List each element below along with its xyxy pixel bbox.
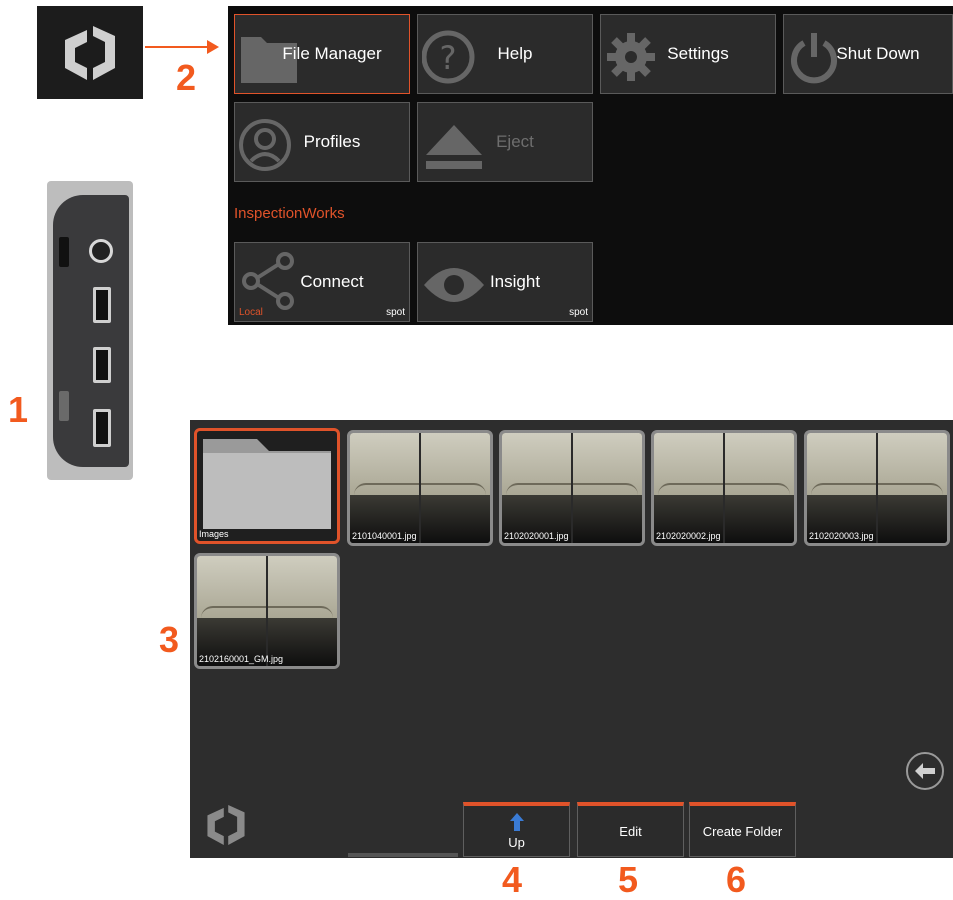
connect-label: Connect xyxy=(300,272,364,291)
waygate-logo-icon xyxy=(202,802,250,853)
edit-button[interactable]: Edit xyxy=(577,802,684,857)
shut-down-label: Shut Down xyxy=(836,44,920,63)
arrow-left-icon xyxy=(915,763,935,779)
settings-label: Settings xyxy=(667,44,729,63)
file-item[interactable]: 2102020003.jpg xyxy=(804,430,950,546)
svg-text:?: ? xyxy=(440,39,457,77)
image-thumbnail xyxy=(350,433,490,543)
connect-spot-tag: spot xyxy=(386,307,405,318)
profiles-label: Profiles xyxy=(303,132,361,151)
settings-tile[interactable]: Settings xyxy=(600,14,776,94)
eject-label: Eject xyxy=(496,132,534,151)
menu-logo-button[interactable] xyxy=(37,6,143,99)
back-button[interactable] xyxy=(906,752,944,790)
callout-3: 3 xyxy=(159,619,180,660)
profiles-tile[interactable]: Profiles xyxy=(234,102,410,182)
edit-button-label: Edit xyxy=(619,823,642,839)
share-icon xyxy=(242,252,294,310)
connect-local-tag: Local xyxy=(239,307,263,318)
callout-2: 2 xyxy=(176,57,197,98)
file-name: 2102020002.jpg xyxy=(656,531,721,541)
file-name: 2101040001.jpg xyxy=(352,531,417,541)
user-icon xyxy=(239,119,291,171)
callout-5: 5 xyxy=(618,859,639,900)
shut-down-tile[interactable]: Shut Down xyxy=(783,14,953,94)
create-folder-button[interactable]: Create Folder xyxy=(689,802,796,857)
file-item[interactable]: 2102020001.jpg xyxy=(499,430,645,546)
callout-6: 6 xyxy=(726,859,747,900)
image-thumbnail xyxy=(197,556,337,666)
up-button-label: Up xyxy=(508,834,525,850)
gear-icon xyxy=(607,33,655,81)
file-name: 2102020003.jpg xyxy=(809,531,874,541)
image-thumbnail xyxy=(654,433,794,543)
waygate-logo-icon xyxy=(65,25,115,80)
scrollbar[interactable] xyxy=(348,853,458,857)
usb-port-panel xyxy=(47,181,133,480)
connect-tile[interactable]: Connect Local spot xyxy=(234,242,410,322)
callout-arrow-head xyxy=(207,40,219,54)
port-inner-housing xyxy=(53,195,129,467)
callout-arrow-line xyxy=(145,46,210,48)
usb-port-icon xyxy=(93,347,111,383)
eye-icon xyxy=(424,268,484,302)
slot-icon xyxy=(59,237,69,267)
help-label: Help xyxy=(497,44,533,63)
file-item[interactable]: 2102020002.jpg xyxy=(651,430,797,546)
hdmi-port-icon xyxy=(93,409,111,447)
folder-item-images[interactable]: Images xyxy=(194,428,340,544)
image-thumbnail xyxy=(502,433,642,543)
question-icon: ? xyxy=(422,30,475,84)
file-manager-screen: Images 2101040001.jpg 2102020001.jpg 210… xyxy=(190,420,953,858)
callout-4: 4 xyxy=(502,859,523,900)
power-jack-icon xyxy=(89,239,113,263)
file-name: 2102160001_GM.jpg xyxy=(199,654,284,664)
create-folder-button-label: Create Folder xyxy=(702,823,783,839)
help-tile[interactable]: ? Help xyxy=(417,14,593,94)
usb-port-icon xyxy=(93,287,111,323)
eject-icon xyxy=(426,125,482,169)
file-item[interactable]: 2101040001.jpg xyxy=(347,430,493,546)
insight-spot-tag: spot xyxy=(569,307,588,318)
insight-label: Insight xyxy=(489,272,541,291)
inspectionworks-section-label: InspectionWorks xyxy=(234,205,345,222)
file-manager-tile[interactable]: File Manager xyxy=(234,14,410,94)
file-item[interactable]: 2102160001_GM.jpg xyxy=(194,553,340,669)
eject-tile[interactable]: Eject xyxy=(417,102,593,182)
up-button[interactable]: Up xyxy=(463,802,570,857)
callout-1: 1 xyxy=(8,389,29,430)
main-menu: File Manager ? Help Settings Shut Down P… xyxy=(228,6,953,325)
file-name: 2102020001.jpg xyxy=(504,531,569,541)
file-name: Images xyxy=(199,529,229,539)
image-thumbnail xyxy=(807,433,947,543)
indicator-light-icon xyxy=(59,391,69,421)
file-manager-label: File Manager xyxy=(282,44,382,63)
folder-icon xyxy=(203,439,331,529)
insight-tile[interactable]: Insight spot xyxy=(417,242,593,322)
arrow-up-icon xyxy=(509,812,524,831)
